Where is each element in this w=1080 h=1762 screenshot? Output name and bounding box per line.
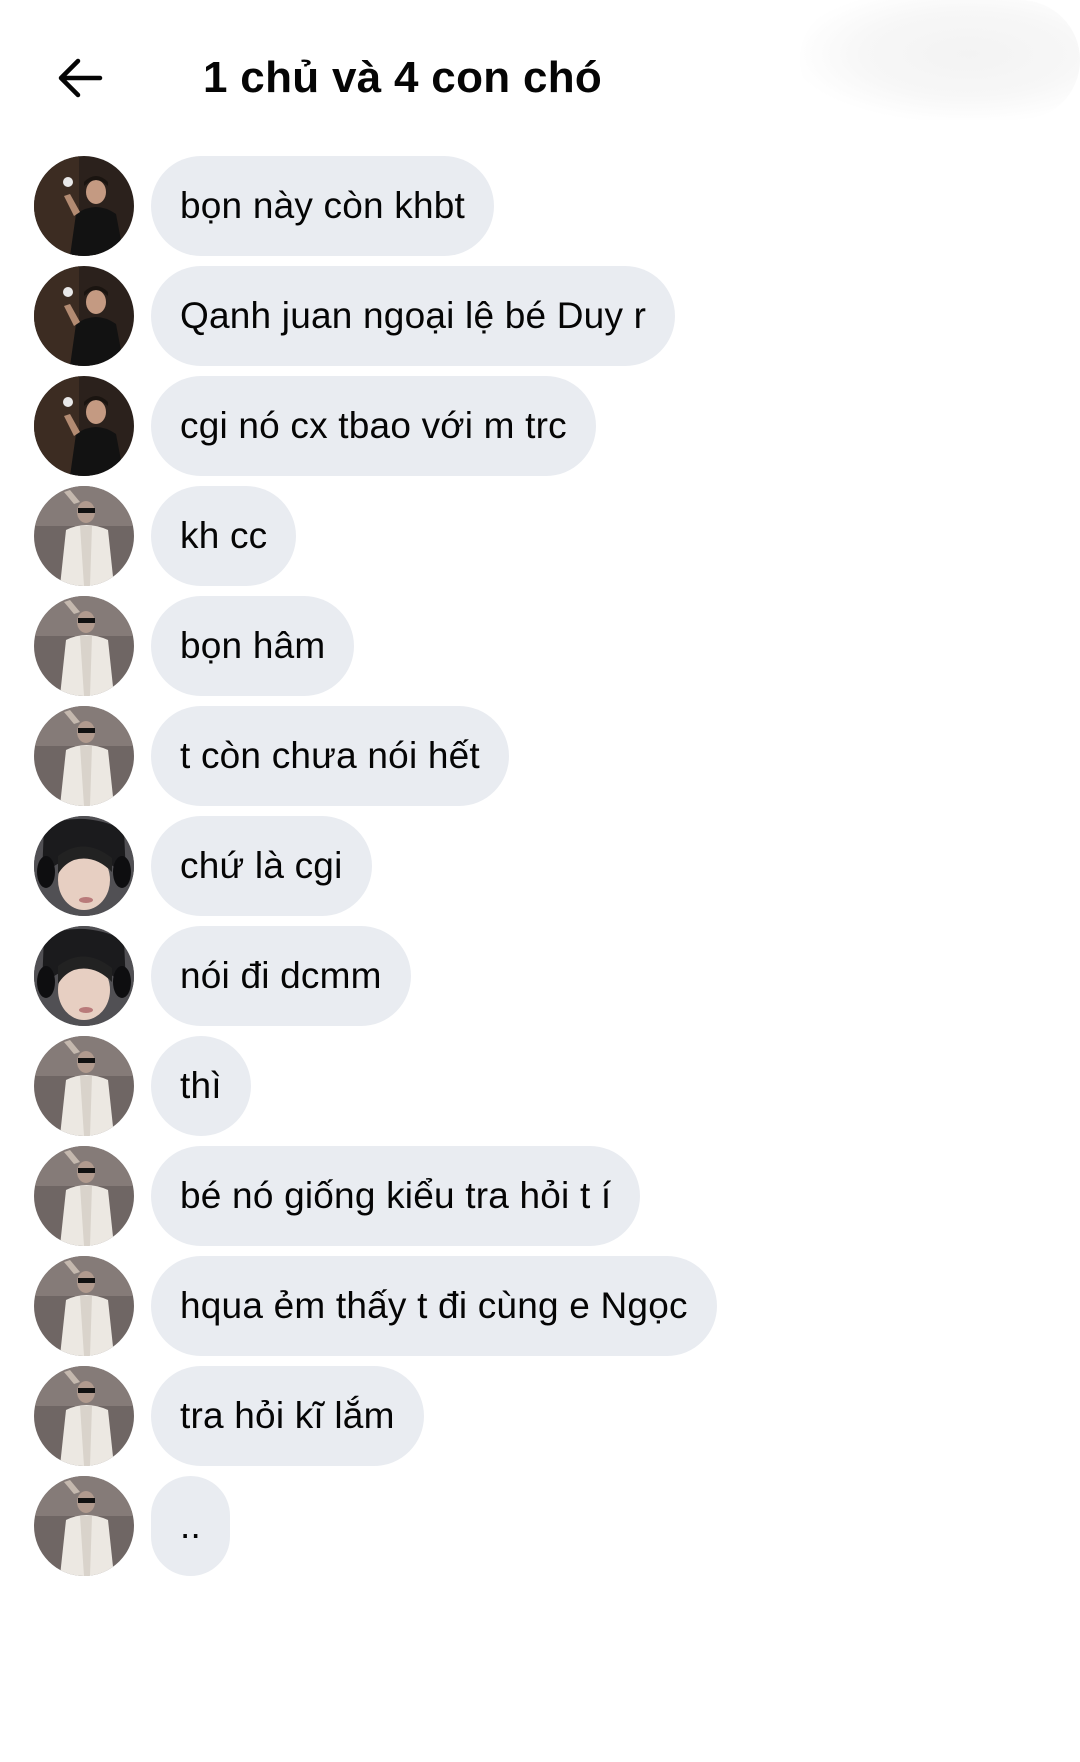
avatar[interactable] — [34, 376, 134, 476]
avatar[interactable] — [34, 486, 134, 586]
message-bubble[interactable]: bọn hâm — [151, 596, 355, 696]
message-row: bé nó giống kiểu tra hỏi t í — [0, 1146, 1080, 1246]
message-row: chứ là cgi — [0, 816, 1080, 916]
avatar[interactable] — [34, 926, 134, 1026]
back-button[interactable] — [40, 42, 120, 114]
message-row: thì — [0, 1036, 1080, 1136]
message-bubble[interactable]: kh cc — [151, 486, 297, 586]
message-row: Qanh juan ngoại lệ bé Duy r — [0, 266, 1080, 366]
message-bubble[interactable]: .. — [151, 1476, 230, 1576]
chat-header: 1 chủ và 4 con chó — [0, 0, 1080, 150]
message-bubble[interactable]: t còn chưa nói hết — [151, 706, 509, 806]
message-row: .. — [0, 1476, 1080, 1576]
message-bubble[interactable]: Qanh juan ngoại lệ bé Duy r — [151, 266, 676, 366]
message-row: bọn hâm — [0, 596, 1080, 696]
message-bubble[interactable]: bọn này còn khbt — [151, 156, 495, 256]
message-bubble[interactable]: tra hỏi kĩ lắm — [151, 1366, 424, 1466]
arrow-left-icon — [58, 58, 103, 98]
avatar[interactable] — [34, 1366, 134, 1466]
avatar[interactable] — [34, 1256, 134, 1356]
message-row: tra hỏi kĩ lắm — [0, 1366, 1080, 1466]
message-bubble[interactable]: nói đi dcmm — [151, 926, 411, 1026]
message-bubble[interactable]: bé nó giống kiểu tra hỏi t í — [151, 1146, 641, 1246]
message-bubble[interactable]: hqua ẻm thấy t đi cùng e Ngọc — [151, 1256, 717, 1356]
message-row: hqua ẻm thấy t đi cùng e Ngọc — [0, 1256, 1080, 1356]
message-bubble[interactable]: thì — [151, 1036, 251, 1136]
avatar[interactable] — [34, 1146, 134, 1246]
avatar[interactable] — [34, 1036, 134, 1136]
blur-overlay — [800, 0, 1080, 120]
conversation-title[interactable]: 1 chủ và 4 con chó — [203, 48, 602, 108]
avatar[interactable] — [34, 156, 134, 256]
message-bubble[interactable]: cgi nó cx tbao với m trc — [151, 376, 596, 476]
message-row: t còn chưa nói hết — [0, 706, 1080, 806]
avatar[interactable] — [34, 706, 134, 806]
avatar[interactable] — [34, 596, 134, 696]
message-row: cgi nó cx tbao với m trc — [0, 376, 1080, 476]
message-row: bọn này còn khbt — [0, 156, 1080, 256]
message-bubble[interactable]: chứ là cgi — [151, 816, 372, 916]
avatar[interactable] — [34, 1476, 134, 1576]
message-row: kh cc — [0, 486, 1080, 586]
message-row: nói đi dcmm — [0, 926, 1080, 1026]
avatar[interactable] — [34, 266, 134, 366]
avatar[interactable] — [34, 816, 134, 916]
